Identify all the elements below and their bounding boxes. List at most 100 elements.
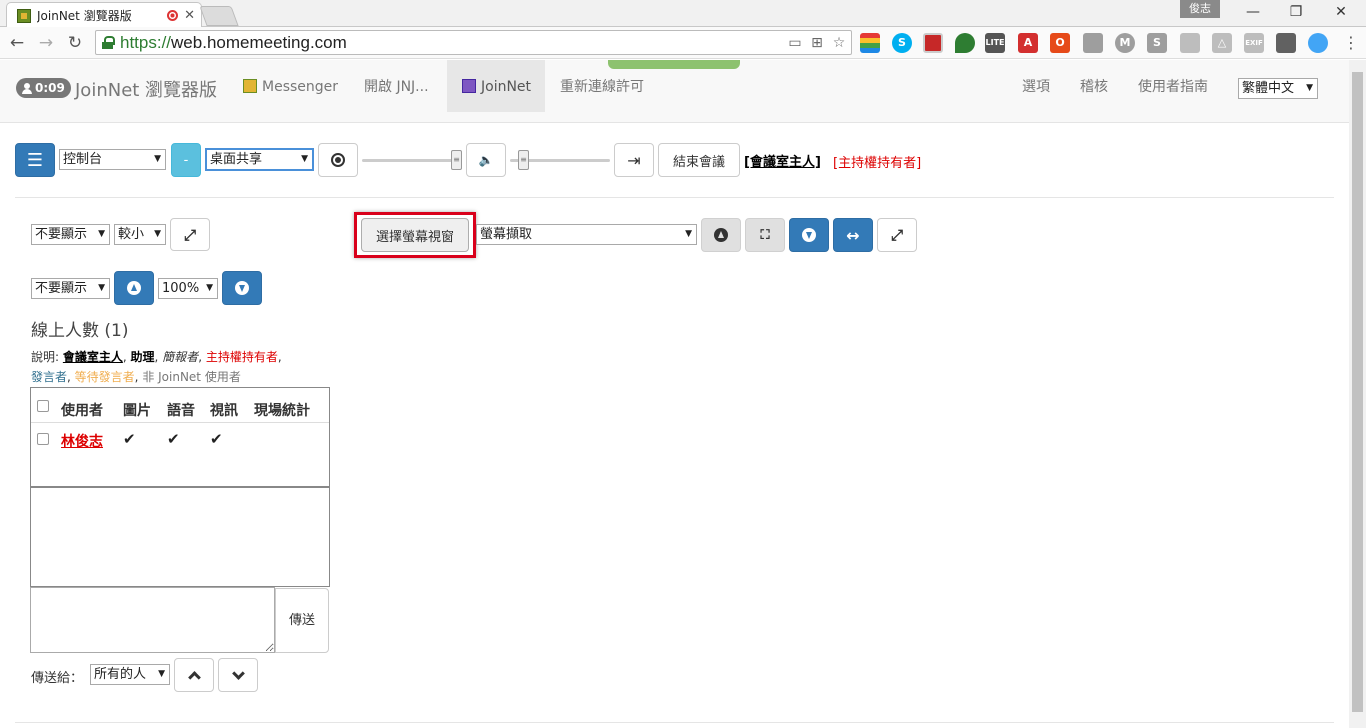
drive-icon[interactable]: △ <box>1212 33 1232 53</box>
upload-file-button[interactable] <box>114 271 154 305</box>
legend-prefix: 說明: <box>31 350 63 364</box>
download-file-button[interactable] <box>222 271 262 305</box>
reload-icon[interactable]: ↻ <box>64 31 86 55</box>
expand-button-1[interactable]: ⤢ <box>170 218 210 251</box>
office-icon[interactable]: O <box>1050 33 1070 53</box>
profile-badge[interactable]: 俊志 <box>1180 0 1220 18</box>
end-meeting-label: 結束會議 <box>672 154 725 170</box>
audio-check-icon: ✔ <box>167 430 180 448</box>
language-value: 繁體中文 <box>1242 81 1295 96</box>
browser-tab[interactable]: JoinNet 瀏覽器版 ✕ <box>6 2 202 28</box>
minimize-icon[interactable]: — <box>1230 0 1276 24</box>
collapse-button[interactable]: - <box>171 143 201 177</box>
s-extension-icon[interactable]: S <box>1147 33 1167 53</box>
role-owner: [主持權持有者] <box>833 156 922 171</box>
video-check-icon: ✔ <box>210 430 223 448</box>
share-mode-select[interactable]: 桌面共享 ▼ <box>205 148 314 171</box>
nav-user-guide[interactable]: 使用者指南 <box>1123 60 1223 111</box>
menu-hamburger-button[interactable]: ☰ <box>15 143 55 177</box>
restore-icon[interactable]: ❐ <box>1273 0 1319 24</box>
new-tab-button[interactable] <box>199 6 239 26</box>
record-button[interactable] <box>318 143 358 177</box>
capture-select-value: 螢幕擷取 <box>480 227 533 242</box>
back-icon[interactable]: ← <box>6 31 28 55</box>
session-timer-badge: 0:09 <box>16 78 71 98</box>
panel-select[interactable]: 控制台 ▼ <box>59 149 166 170</box>
row-checkbox[interactable] <box>37 433 49 445</box>
compress-icon: ⛶ <box>760 227 770 243</box>
translate-icon[interactable]: ⊞ <box>808 35 826 51</box>
forward-icon[interactable]: → <box>35 31 57 55</box>
cloud-icon[interactable] <box>1308 33 1328 53</box>
skype-icon[interactable]: S <box>892 33 912 53</box>
expand-icon: ⤢ <box>890 226 903 244</box>
arrow-circle-down-icon <box>235 281 249 295</box>
upload-button[interactable] <box>701 218 741 252</box>
participant-name[interactable]: 林俊志 <box>61 431 103 451</box>
chat-log[interactable] <box>30 487 330 587</box>
fit-width-button[interactable]: ↔ <box>833 218 873 252</box>
lite-extension-icon[interactable]: LITE <box>985 33 1005 53</box>
fit-button[interactable]: ⛶ <box>745 218 785 252</box>
sign-out-icon: ⇥ <box>627 150 641 170</box>
nav-joinnet[interactable]: JoinNet <box>447 60 545 112</box>
exif-icon[interactable]: EXIF <box>1244 33 1264 53</box>
address-bar[interactable]: https://web.homemeeting.com ▭ ⊞ ☆ <box>95 30 852 55</box>
chat-input[interactable] <box>30 587 275 653</box>
color-extension-icon[interactable] <box>860 33 880 53</box>
chrome-menu-icon[interactable]: ⋮ <box>1340 31 1362 55</box>
column-header[interactable]: 語音 <box>167 400 195 420</box>
scroll-up-button[interactable] <box>174 658 214 692</box>
expand-icon: ⤢ <box>183 225 196 244</box>
camera-icon[interactable]: ▭ <box>786 35 804 51</box>
legend-speaker: 發言者 <box>31 370 68 384</box>
app-brand[interactable]: JoinNet 瀏覽器版 <box>75 76 217 102</box>
zoom-select[interactable]: 100% ▼ <box>158 278 218 299</box>
url-host: web.homemeeting.com <box>171 33 347 52</box>
bookmark-star-icon[interactable]: ☆ <box>830 35 848 51</box>
send-button[interactable]: 傳送 <box>275 588 329 653</box>
mic-volume-handle[interactable]: ≡ <box>451 150 462 170</box>
speaker-button[interactable]: 🔈 <box>466 143 506 177</box>
column-header[interactable]: 現場統計 <box>254 400 310 420</box>
size-select[interactable]: 較小 ▼ <box>114 224 166 245</box>
record-icon <box>331 153 345 167</box>
download-button[interactable] <box>789 218 829 252</box>
evernote-icon[interactable] <box>955 33 975 53</box>
chevron-up-icon <box>187 670 201 684</box>
recording-icon <box>167 10 179 21</box>
column-header[interactable]: 使用者 <box>61 400 103 420</box>
nav-reconnect-permission[interactable]: 重新連線許可 <box>545 60 659 111</box>
chat-extension-icon[interactable] <box>1083 33 1103 53</box>
doc-extension-icon[interactable] <box>1180 33 1200 53</box>
messenger-icon <box>243 79 257 93</box>
scrollbar-thumb[interactable] <box>1352 72 1363 712</box>
m-extension-icon[interactable]: M <box>1115 33 1135 53</box>
acrobat-icon[interactable]: A <box>1018 33 1038 53</box>
column-header[interactable]: 視訊 <box>210 400 238 420</box>
capture-select[interactable]: 螢幕擷取 ▼ <box>476 224 697 245</box>
leave-button[interactable]: ⇥ <box>614 143 654 177</box>
nav-options[interactable]: 選項 <box>1007 60 1065 111</box>
display-select-2[interactable]: 不要顯示 ▼ <box>31 278 110 299</box>
grid-extension-icon[interactable] <box>1276 33 1296 53</box>
nav-audit[interactable]: 稽核 <box>1065 60 1123 111</box>
book-extension-icon[interactable] <box>923 33 943 53</box>
nav-messenger[interactable]: Messenger <box>228 60 353 111</box>
scroll-down-button[interactable] <box>218 658 258 692</box>
zoom-select-value: 100% <box>162 281 200 296</box>
legend-host: 會議室主人 <box>62 350 123 364</box>
mic-volume-slider[interactable] <box>362 159 462 162</box>
close-window-icon[interactable]: ✕ <box>1318 0 1364 24</box>
select-all-checkbox[interactable] <box>37 400 49 412</box>
speaker-volume-handle[interactable]: ≡ <box>518 150 529 170</box>
send-to-select[interactable]: 所有的人 ▼ <box>90 664 170 685</box>
nav-open-jnj[interactable]: 開啟 JNJ... <box>349 60 444 111</box>
expand-button-2[interactable]: ⤢ <box>877 218 917 252</box>
language-select[interactable]: 繁體中文 ▼ <box>1238 78 1318 99</box>
legend-presenter: 簡報者 <box>162 350 199 364</box>
close-tab-icon[interactable]: ✕ <box>184 8 195 23</box>
end-meeting-button[interactable]: 結束會議 <box>658 143 740 177</box>
column-header[interactable]: 圖片 <box>123 400 151 420</box>
display-select-1[interactable]: 不要顯示 ▼ <box>31 224 110 245</box>
